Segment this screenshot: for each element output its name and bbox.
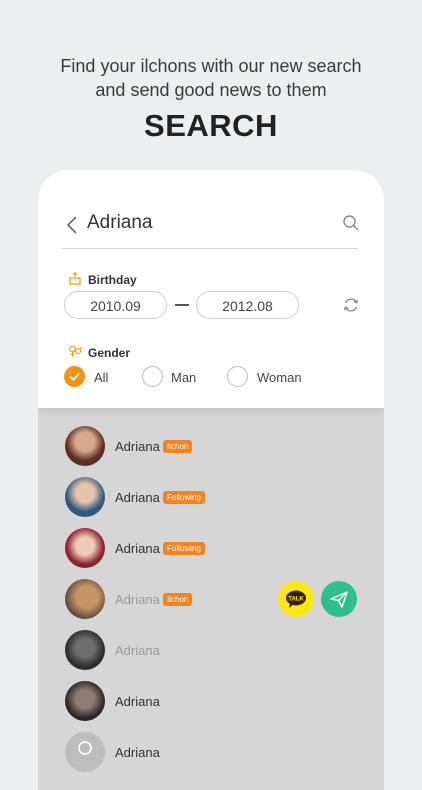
- gender-label: Gender: [88, 346, 131, 360]
- radio-man[interactable]: [142, 366, 163, 387]
- kakaotalk-button[interactable]: TALK: [278, 581, 314, 617]
- radio-woman[interactable]: [227, 366, 248, 387]
- search-query[interactable]: Adriana: [87, 212, 153, 234]
- status-badge: Following: [163, 542, 205, 555]
- status-badge: Ilchon: [163, 593, 193, 606]
- radio-man-label[interactable]: Man: [171, 370, 196, 385]
- phone-frame: Adriana Birthday 2010.09 2012.08 Gender: [38, 170, 384, 790]
- avatar: [65, 732, 105, 772]
- result-name: Adriana: [115, 592, 160, 607]
- result-row[interactable]: Adriana Ilchon TALK: [38, 574, 384, 625]
- avatar: [65, 579, 105, 619]
- radio-all-label[interactable]: All: [94, 370, 108, 385]
- avatar: [65, 477, 105, 517]
- result-name: Adriana: [115, 643, 160, 658]
- result-row[interactable]: Adriana: [38, 727, 384, 778]
- promo-line-2: and send good news to them: [95, 80, 327, 100]
- default-user-icon: [78, 741, 92, 755]
- promo-line-1: Find your ilchons with our new search: [60, 56, 362, 76]
- birthday-from[interactable]: 2010.09: [64, 291, 167, 319]
- result-row[interactable]: Adriana: [38, 676, 384, 727]
- cake-icon: [69, 272, 81, 285]
- date-range-dash: [175, 304, 189, 306]
- talk-bubble-icon: TALK: [286, 590, 306, 608]
- result-row[interactable]: Adriana Following: [38, 472, 384, 523]
- avatar: [65, 528, 105, 568]
- send-button[interactable]: [321, 581, 357, 617]
- avatar: [65, 426, 105, 466]
- magnifier-icon[interactable]: [342, 214, 360, 232]
- status-badge: Following: [163, 491, 205, 504]
- result-name: Adriana: [115, 745, 160, 760]
- radio-woman-label[interactable]: Woman: [257, 370, 302, 385]
- result-row[interactable]: Adriana Ilchon: [38, 421, 384, 472]
- avatar: [65, 681, 105, 721]
- talk-label: TALK: [288, 597, 304, 603]
- status-badge: Ilchon: [163, 440, 193, 453]
- radio-all[interactable]: [64, 366, 85, 387]
- result-row[interactable]: Adriana: [38, 625, 384, 676]
- promo-header: Find your ilchons with our new search an…: [0, 54, 422, 144]
- check-icon: [69, 372, 80, 382]
- result-name: Adriana: [115, 694, 160, 709]
- birthday-to[interactable]: 2012.08: [196, 291, 299, 319]
- paper-plane-icon: [330, 591, 348, 608]
- birthday-label: Birthday: [88, 273, 137, 287]
- chevron-left-icon[interactable]: [62, 214, 84, 236]
- result-name: Adriana: [115, 490, 160, 505]
- refresh-icon[interactable]: [341, 295, 361, 315]
- promo-headline: SEARCH: [144, 108, 278, 143]
- result-row[interactable]: Adriana Following: [38, 523, 384, 574]
- gender-icon: [69, 345, 82, 357]
- search-panel: Adriana Birthday 2010.09 2012.08 Gender: [38, 170, 384, 408]
- result-name: Adriana: [115, 541, 160, 556]
- search-divider: [62, 248, 358, 249]
- result-name: Adriana: [115, 439, 160, 454]
- avatar: [65, 630, 105, 670]
